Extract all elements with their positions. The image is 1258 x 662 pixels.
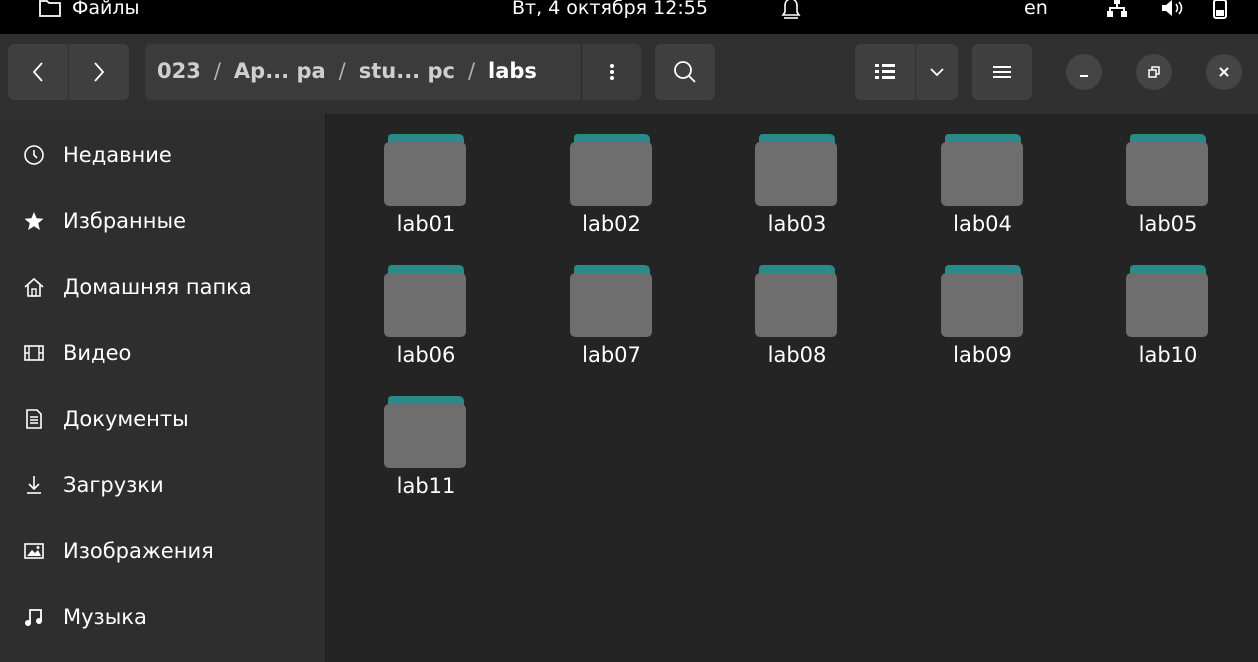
folder-name: lab05 <box>1138 212 1198 236</box>
folder-outline-icon <box>39 0 61 17</box>
folder-name: lab03 <box>767 212 827 236</box>
path-separator: / <box>213 59 221 83</box>
folder-name: lab07 <box>582 343 641 367</box>
folder-name: lab09 <box>953 343 1012 367</box>
path-separator: / <box>467 59 476 83</box>
search-button[interactable] <box>655 44 715 100</box>
folder-item[interactable]: lab04 <box>903 114 1063 239</box>
sidebar-item-label: Документы <box>63 407 189 431</box>
top-panel: Файлы Вт, 4 октября 12:55 en <box>0 0 1258 34</box>
folder-menu-button[interactable] <box>582 44 641 100</box>
activities-app-menu[interactable]: Файлы <box>38 0 140 19</box>
path-segment[interactable]: Ap... pa <box>234 59 326 83</box>
app-name: Файлы <box>72 0 140 19</box>
path-segment-current[interactable]: labs <box>488 59 537 83</box>
close-button[interactable] <box>1206 54 1242 90</box>
sidebar-item-starred[interactable]: Избранные <box>0 188 325 254</box>
sidebar: Недавние Избранные Домашняя папка Видео … <box>0 114 326 662</box>
folder-item[interactable]: lab02 <box>532 114 692 239</box>
keyboard-layout-indicator[interactable]: en <box>1024 0 1048 19</box>
path-separator: / <box>338 59 346 83</box>
bell-icon[interactable] <box>780 0 802 27</box>
chevron-left-icon <box>32 62 43 82</box>
folder-icon <box>384 134 466 206</box>
folder-name: lab08 <box>767 343 827 367</box>
sidebar-item-label: Домашняя папка <box>63 275 252 299</box>
folder-item[interactable]: lab09 <box>903 245 1063 370</box>
chevron-down-icon <box>930 68 944 77</box>
image-icon <box>22 539 46 563</box>
folder-icon <box>569 265 652 337</box>
view-list-button[interactable] <box>855 44 915 100</box>
close-icon <box>1219 67 1229 77</box>
sidebar-item-downloads[interactable]: Загрузки <box>0 452 325 518</box>
sidebar-item-music[interactable]: Музыка <box>0 584 325 650</box>
folder-icon <box>384 265 466 337</box>
clock[interactable]: Вт, 4 октября 12:55 <box>512 0 708 19</box>
sidebar-item-home[interactable]: Домашняя папка <box>0 254 325 320</box>
search-icon <box>674 61 696 83</box>
main-menu-button[interactable] <box>972 44 1032 100</box>
folder-icon <box>940 265 1023 337</box>
file-view: lab01 lab02 lab03 lab04 lab05 lab06 lab07 lab08… <box>326 114 1258 662</box>
sidebar-item-label: Изображения <box>63 539 214 563</box>
folder-item[interactable]: lab10 <box>1088 245 1248 370</box>
restore-icon <box>1148 66 1160 78</box>
film-icon <box>22 341 46 365</box>
path-segment[interactable]: 023 <box>157 59 201 83</box>
sidebar-item-label: Избранные <box>63 209 186 233</box>
folder-item[interactable]: lab08 <box>717 245 877 370</box>
folder-item[interactable]: lab01 <box>346 114 506 239</box>
star-icon <box>22 209 46 233</box>
folder-icon <box>1126 134 1208 206</box>
folder-item[interactable]: lab11 <box>346 376 506 501</box>
minimize-icon <box>1080 75 1088 77</box>
sidebar-item-label: Недавние <box>63 143 172 167</box>
list-view-icon <box>875 64 895 79</box>
hamburger-menu-icon <box>993 66 1011 78</box>
folder-name: lab11 <box>396 474 456 498</box>
folder-name: lab02 <box>582 212 641 236</box>
path-bar: 023 / Ap... pa / stu... pc / labs <box>145 44 641 100</box>
folder-name: lab10 <box>1138 343 1198 367</box>
home-icon <box>22 275 46 299</box>
sidebar-item-recent[interactable]: Недавние <box>0 122 325 188</box>
path-segment[interactable]: stu... pc <box>359 59 455 83</box>
folder-icon <box>569 134 652 206</box>
folder-item[interactable]: lab05 <box>1088 114 1248 239</box>
minimize-button[interactable] <box>1066 54 1102 90</box>
back-button[interactable] <box>8 44 68 100</box>
folder-icon <box>384 396 466 468</box>
document-icon <box>22 407 46 431</box>
maximize-button[interactable] <box>1136 54 1172 90</box>
forward-button[interactable] <box>69 44 129 100</box>
sidebar-item-pictures[interactable]: Изображения <box>0 518 325 584</box>
folder-item[interactable]: lab07 <box>532 245 692 370</box>
clock-icon <box>22 143 46 167</box>
folder-icon <box>1126 265 1208 337</box>
sidebar-item-label: Музыка <box>63 605 147 629</box>
view-options-button[interactable] <box>916 44 958 100</box>
folder-name: lab06 <box>396 343 456 367</box>
folder-item[interactable]: lab06 <box>346 245 506 370</box>
battery-icon[interactable] <box>1212 0 1228 25</box>
header-bar: 023 / Ap... pa / stu... pc / labs <box>0 34 1258 114</box>
volume-icon[interactable] <box>1160 0 1186 25</box>
folder-icon <box>755 134 837 206</box>
sidebar-item-label: Видео <box>63 341 132 365</box>
vertical-dots-icon <box>609 64 614 80</box>
network-icon[interactable] <box>1106 0 1128 25</box>
folder-item[interactable]: lab03 <box>717 114 877 239</box>
sidebar-item-documents[interactable]: Документы <box>0 386 325 452</box>
folder-icon <box>940 134 1023 206</box>
sidebar-item-videos[interactable]: Видео <box>0 320 325 386</box>
folder-name: lab04 <box>953 212 1012 236</box>
folder-name: lab01 <box>396 212 456 236</box>
sidebar-item-label: Загрузки <box>63 473 164 497</box>
music-icon <box>22 605 46 629</box>
chevron-right-icon <box>94 62 105 82</box>
download-icon <box>22 473 46 497</box>
folder-icon <box>755 265 837 337</box>
